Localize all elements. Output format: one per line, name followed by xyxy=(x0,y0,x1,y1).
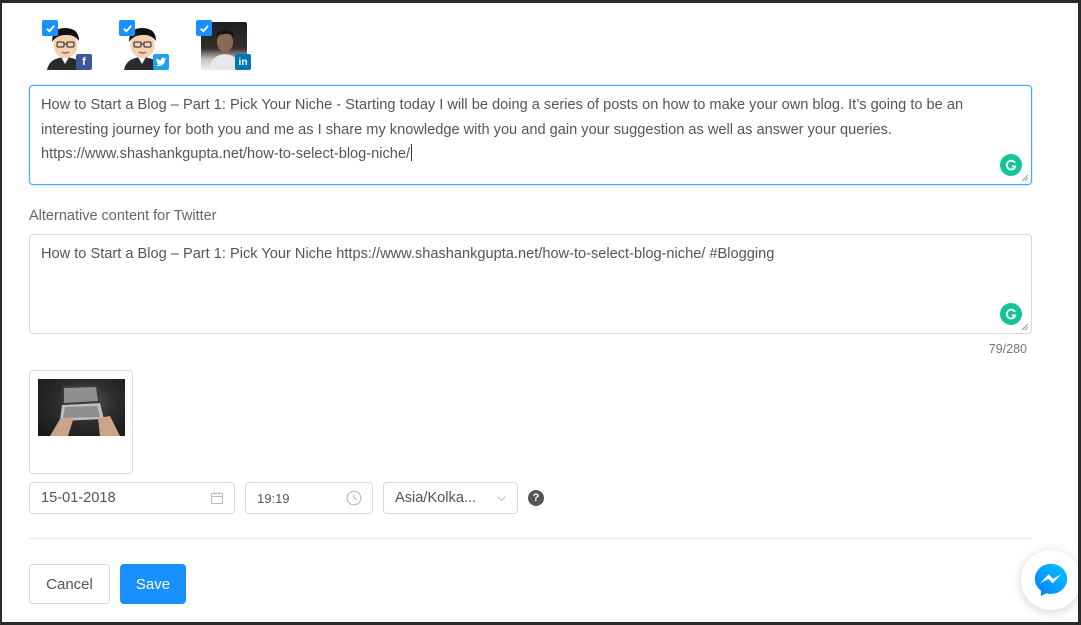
calendar-icon xyxy=(211,492,223,504)
facebook-icon: f xyxy=(76,54,92,70)
attached-image[interactable] xyxy=(29,370,133,474)
save-button[interactable]: Save xyxy=(120,564,186,604)
time-picker[interactable]: 19:19 xyxy=(245,482,373,514)
grammarly-icon[interactable] xyxy=(1000,154,1022,176)
account-facebook[interactable]: f xyxy=(40,20,92,70)
twitter-alt-label: Alternative content for Twitter xyxy=(29,208,217,224)
timezone-select[interactable]: Asia/Kolka... xyxy=(383,482,518,514)
resize-handle-icon[interactable] xyxy=(1021,174,1029,182)
resize-handle-icon[interactable] xyxy=(1021,323,1029,331)
twitter-bird-icon xyxy=(153,54,169,70)
date-picker[interactable]: 15-01-2018 xyxy=(29,482,235,514)
account-twitter[interactable] xyxy=(117,20,169,70)
twitter-alt-textarea[interactable]: How to Start a Blog – Part 1: Pick Your … xyxy=(29,234,1032,334)
checkbox-checked-icon[interactable] xyxy=(196,20,212,36)
cancel-button[interactable]: Cancel xyxy=(29,564,110,604)
laptop-image xyxy=(38,379,125,436)
twitter-alt-text: How to Start a Blog – Part 1: Pick Your … xyxy=(41,246,775,262)
date-value: 15-01-2018 xyxy=(41,490,116,506)
linkedin-icon: in xyxy=(235,54,251,70)
checkbox-checked-icon[interactable] xyxy=(42,20,58,36)
post-content-text: How to Start a Blog – Part 1: Pick Your … xyxy=(41,97,964,162)
chevron-down-icon xyxy=(497,496,506,502)
divider xyxy=(29,538,1032,539)
clock-icon xyxy=(346,490,362,506)
account-linkedin[interactable]: in xyxy=(194,20,251,70)
character-counter: 79/280 xyxy=(988,342,1027,356)
help-icon[interactable]: ? xyxy=(528,490,544,506)
checkbox-checked-icon[interactable] xyxy=(119,20,135,36)
grammarly-icon[interactable] xyxy=(1000,303,1022,325)
messenger-icon[interactable] xyxy=(1021,550,1081,610)
timezone-value: Asia/Kolka... xyxy=(395,490,477,506)
account-selector: f in xyxy=(40,20,251,70)
post-content-textarea[interactable]: How to Start a Blog – Part 1: Pick Your … xyxy=(29,85,1032,185)
text-caret xyxy=(411,144,413,161)
time-value: 19:19 xyxy=(257,490,290,506)
